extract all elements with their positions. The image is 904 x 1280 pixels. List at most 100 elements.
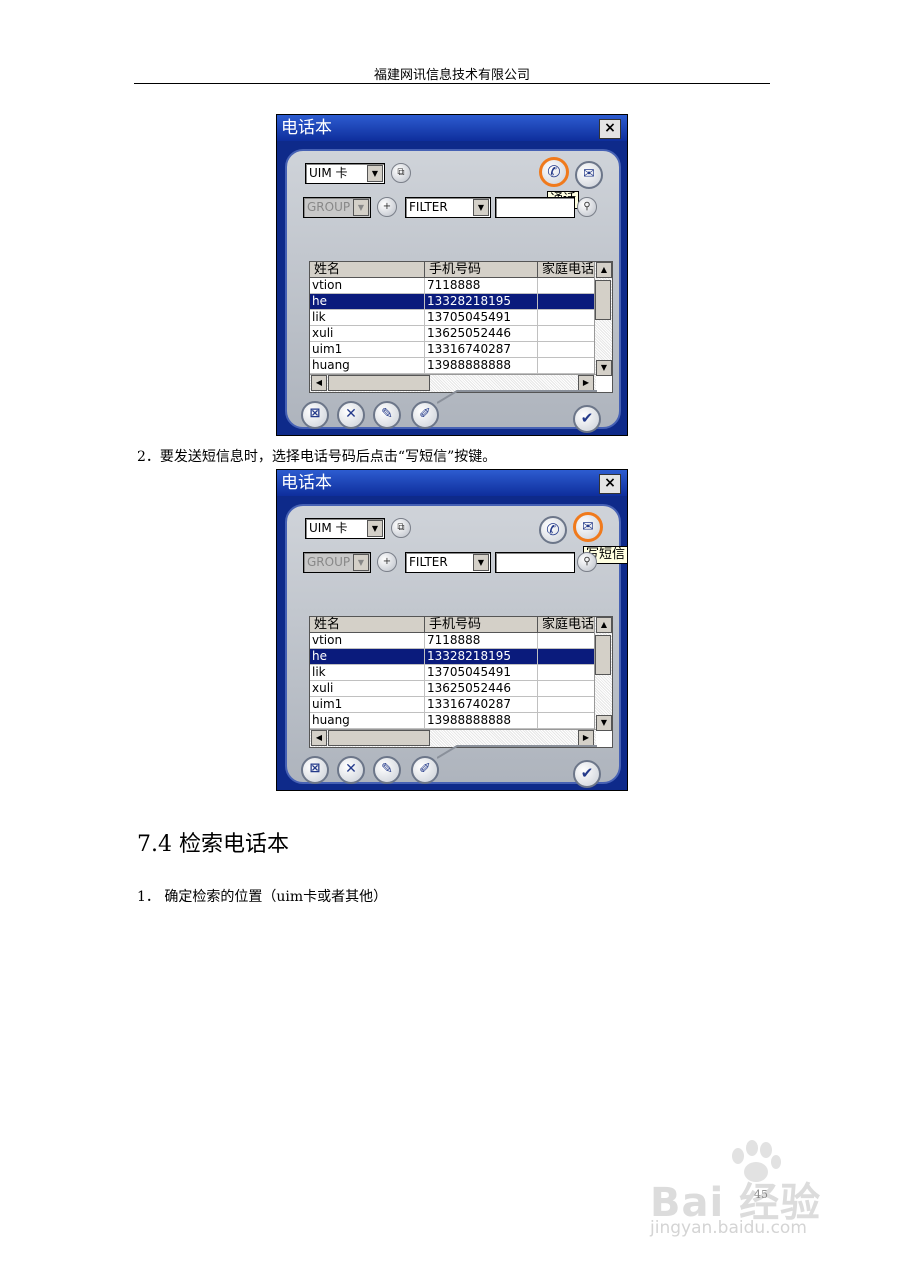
column-header[interactable]: 家庭电话 xyxy=(538,262,596,278)
source-select[interactable]: UIM 卡 ▼ xyxy=(305,518,385,539)
group-select-value: GROUP xyxy=(307,200,351,214)
copy-icon[interactable]: ⧉ xyxy=(391,163,411,183)
filter-select[interactable]: FILTER ▼ xyxy=(405,552,491,573)
window-title: 电话本 xyxy=(281,473,332,493)
close-button[interactable]: × xyxy=(599,119,621,139)
column-header[interactable]: 手机号码 xyxy=(425,262,538,278)
filter-select-value: FILTER xyxy=(409,555,448,569)
search-input[interactable] xyxy=(495,197,575,218)
column-header[interactable]: 姓名 xyxy=(310,262,425,278)
delete-all-button[interactable]: ⊠ xyxy=(301,401,329,429)
phonebook-body: UIM 卡 ▼ ⧉ ✆ ✉ 通话 GROUP ▼ + FILTER ▼ ⚲ 姓名… xyxy=(285,149,621,433)
table-cell-name: xuli xyxy=(310,681,425,696)
edit-button[interactable]: ✐ xyxy=(411,756,439,784)
close-button[interactable]: × xyxy=(599,474,621,494)
scroll-down-icon[interactable]: ▼ xyxy=(596,360,612,376)
scroll-left-icon[interactable]: ◀ xyxy=(311,730,327,746)
column-header[interactable]: 姓名 xyxy=(310,617,425,633)
scroll-thumb[interactable] xyxy=(595,280,611,320)
close-icon: ✕ xyxy=(345,406,357,422)
table-cell-name: vtion xyxy=(310,278,425,293)
table-row[interactable]: vtion 7118888 xyxy=(310,633,596,649)
vertical-scrollbar[interactable]: ▲ ▼ xyxy=(594,262,612,376)
add-group-icon[interactable]: + xyxy=(377,197,397,217)
source-select[interactable]: UIM 卡 ▼ xyxy=(305,163,385,184)
chevron-down-icon: ▼ xyxy=(473,199,489,216)
delete-button[interactable]: ✕ xyxy=(337,401,365,429)
table-cell-mobile: 13328218195 xyxy=(425,649,538,664)
table-cell-mobile: 13316740287 xyxy=(425,697,538,712)
scroll-down-icon[interactable]: ▼ xyxy=(596,715,612,731)
column-header[interactable]: 家庭电话 xyxy=(538,617,596,633)
table-cell-home xyxy=(538,713,596,728)
table-row[interactable]: uim1 13316740287 xyxy=(310,697,596,713)
table-cell-home xyxy=(538,326,596,341)
watermark-url: jingyan.baidu.com xyxy=(650,1218,807,1238)
table-row[interactable]: vtion 7118888 xyxy=(310,278,596,294)
search-icon[interactable]: ⚲ xyxy=(577,197,597,217)
table-cell-name: lik xyxy=(310,665,425,680)
delete-all-icon: ⊠ xyxy=(309,761,321,776)
ok-button[interactable]: ✔ xyxy=(573,760,601,788)
contacts-table: 姓名 手机号码 家庭电话 vtion 7118888 he 13328218195 li… xyxy=(309,261,613,393)
sms-button[interactable]: ✉ xyxy=(573,512,603,542)
group-select: GROUP ▼ xyxy=(303,197,371,218)
add-edit-icon: ✎ xyxy=(381,761,393,777)
ok-button[interactable]: ✔ xyxy=(573,405,601,433)
table-cell-name: huang xyxy=(310,713,425,728)
page-number: 45 xyxy=(754,1188,768,1201)
envelope-icon: ✉ xyxy=(582,519,594,535)
checkmark-icon: ✔ xyxy=(580,409,594,427)
delete-all-button[interactable]: ⊠ xyxy=(301,756,329,784)
table-cell-mobile: 13316740287 xyxy=(425,342,538,357)
delete-all-icon: ⊠ xyxy=(309,406,321,421)
table-cell-home xyxy=(538,310,596,325)
table-cell-mobile: 13705045491 xyxy=(425,665,538,680)
table-cell-name: uim1 xyxy=(310,342,425,357)
scroll-thumb[interactable] xyxy=(328,730,430,746)
add-group-icon[interactable]: + xyxy=(377,552,397,572)
column-header[interactable]: 手机号码 xyxy=(425,617,538,633)
filter-select[interactable]: FILTER ▼ xyxy=(405,197,491,218)
sms-button[interactable]: ✉ xyxy=(575,161,603,189)
table-row[interactable]: uim1 13316740287 xyxy=(310,342,596,358)
scroll-thumb[interactable] xyxy=(595,635,611,675)
table-header: 姓名 手机号码 家庭电话 xyxy=(310,262,596,278)
call-button[interactable]: ✆ xyxy=(539,516,567,544)
panel-divider xyxy=(437,390,597,404)
header-rule xyxy=(134,83,770,84)
delete-button[interactable]: ✕ xyxy=(337,756,365,784)
table-row[interactable]: xuli 13625052446 xyxy=(310,326,596,342)
table-cell-name: vtion xyxy=(310,633,425,648)
table-row[interactable]: huang 13988888888 xyxy=(310,358,596,374)
phone-icon: ✆ xyxy=(547,162,561,181)
table-row[interactable]: he 13328218195 xyxy=(310,649,596,665)
envelope-icon: ✉ xyxy=(583,166,595,182)
chevron-down-icon: ▼ xyxy=(367,165,383,182)
search-icon[interactable]: ⚲ xyxy=(577,552,597,572)
search-input[interactable] xyxy=(495,552,575,573)
table-row[interactable]: lik 13705045491 xyxy=(310,310,596,326)
call-button[interactable]: ✆ xyxy=(539,157,569,187)
table-row[interactable]: xuli 13625052446 xyxy=(310,681,596,697)
add-contact-button[interactable]: ✎ xyxy=(373,401,401,429)
vertical-scrollbar[interactable]: ▲ ▼ xyxy=(594,617,612,731)
scroll-up-icon[interactable]: ▲ xyxy=(596,617,612,633)
scroll-up-icon[interactable]: ▲ xyxy=(596,262,612,278)
table-row[interactable]: lik 13705045491 xyxy=(310,665,596,681)
table-cell-mobile: 7118888 xyxy=(425,633,538,648)
scroll-thumb[interactable] xyxy=(328,375,430,391)
window-titlebar: 电话本 × xyxy=(277,115,627,141)
table-cell-home xyxy=(538,649,596,664)
copy-icon[interactable]: ⧉ xyxy=(391,518,411,538)
add-contact-button[interactable]: ✎ xyxy=(373,756,401,784)
table-cell-home xyxy=(538,294,596,309)
table-row[interactable]: huang 13988888888 xyxy=(310,713,596,729)
window-title: 电话本 xyxy=(281,118,332,138)
table-cell-home xyxy=(538,633,596,648)
chevron-down-icon: ▼ xyxy=(473,554,489,571)
group-select-value: GROUP xyxy=(307,555,351,569)
edit-button[interactable]: ✐ xyxy=(411,401,439,429)
scroll-left-icon[interactable]: ◀ xyxy=(311,375,327,391)
table-row[interactable]: he 13328218195 xyxy=(310,294,596,310)
